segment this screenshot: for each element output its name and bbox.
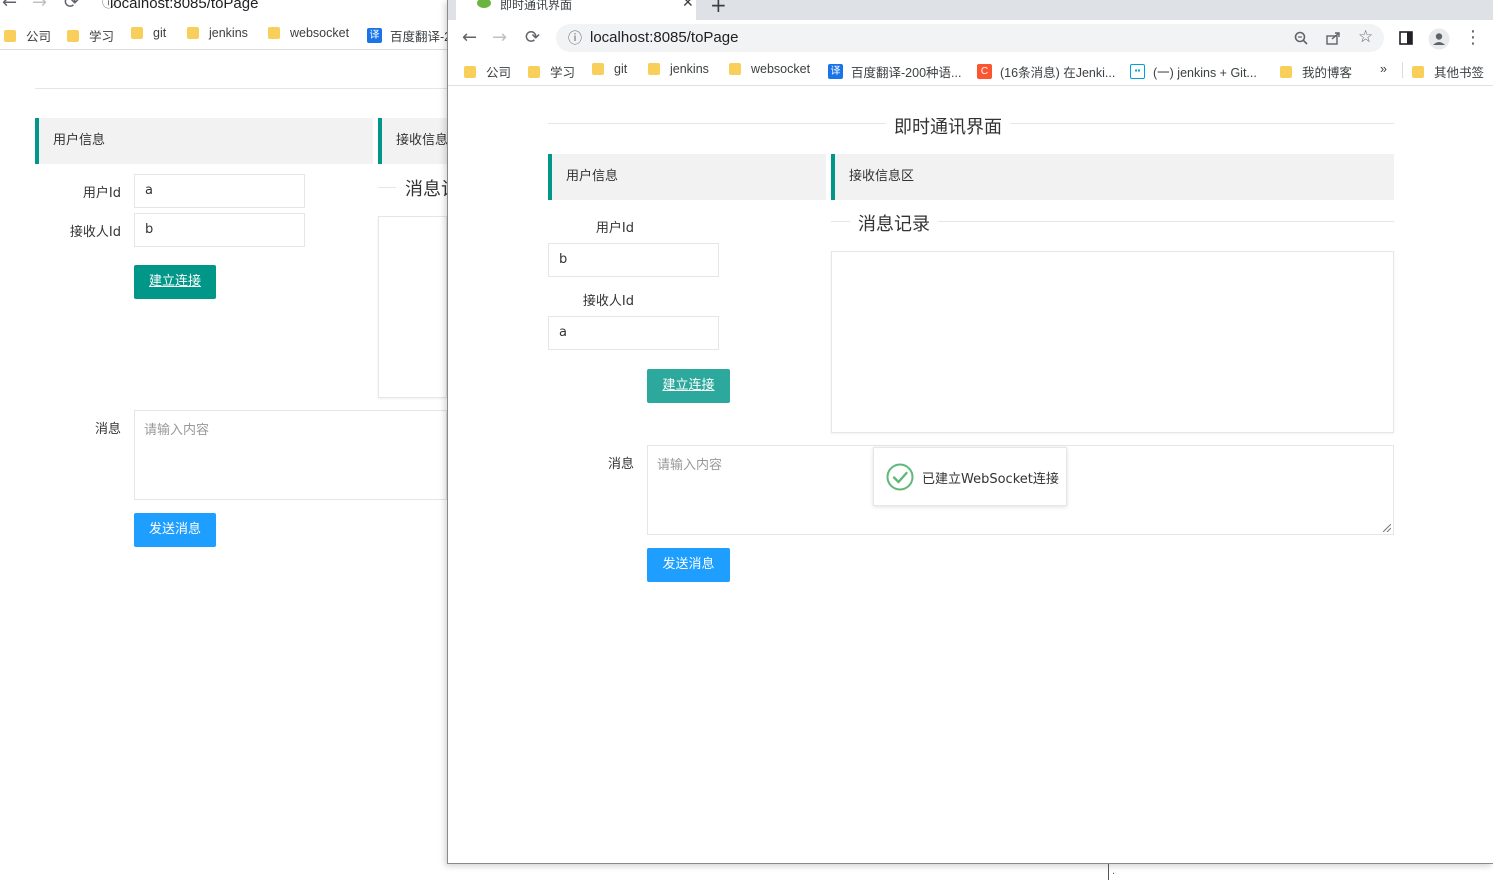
folder-icon bbox=[131, 27, 143, 39]
user-id-label: 用户Id bbox=[595, 221, 634, 236]
send-message-button[interactable]: 发送消息 bbox=[647, 548, 730, 582]
message-record-box bbox=[831, 251, 1394, 433]
legend-rule bbox=[378, 187, 396, 188]
side-panel-icon[interactable] bbox=[1399, 31, 1413, 45]
bookmark-company[interactable]: 公司 bbox=[4, 26, 51, 45]
folder-icon bbox=[592, 63, 604, 75]
back-url-text[interactable]: localhost:8085/toPage bbox=[110, 0, 258, 12]
desktop-edge-divider bbox=[1108, 864, 1109, 880]
bookmark-more-chevron-icon[interactable]: » bbox=[1380, 62, 1387, 76]
translate-icon: 译 bbox=[367, 28, 382, 43]
message-label: 消息 bbox=[607, 457, 634, 472]
message-label: 消息 bbox=[94, 422, 121, 437]
bilibili-tv-icon: ▪▪ bbox=[1130, 64, 1145, 79]
back-arrow-icon[interactable]: ← bbox=[462, 29, 477, 47]
connect-button[interactable]: 建立连接 bbox=[647, 369, 730, 403]
message-record-box bbox=[378, 216, 447, 398]
folder-icon bbox=[4, 29, 16, 42]
receiver-id-label: 接收人Id bbox=[582, 294, 634, 309]
spring-leaf-icon bbox=[477, 0, 491, 8]
folder-icon bbox=[67, 29, 79, 42]
address-bar[interactable]: ⓘ localhost:8085/toPage ☆ bbox=[556, 24, 1384, 52]
message-placeholder: 请输入内容 bbox=[657, 458, 723, 473]
folder-icon bbox=[528, 65, 540, 78]
new-tab-icon[interactable]: + bbox=[710, 0, 727, 17]
forward-arrow-icon[interactable]: → bbox=[492, 29, 507, 47]
share-icon[interactable] bbox=[1326, 31, 1341, 45]
folder-icon bbox=[187, 27, 199, 39]
url-text[interactable]: localhost:8085/toPage bbox=[590, 29, 738, 46]
connect-button[interactable]: 建立连接 bbox=[134, 265, 216, 299]
bookmark-jenkins[interactable]: jenkins bbox=[187, 26, 248, 40]
message-textarea[interactable]: 请输入内容 bbox=[134, 410, 447, 500]
csdn-icon: C bbox=[977, 64, 992, 79]
bookmark-git[interactable]: git bbox=[131, 26, 166, 40]
message-record-legend: 消息记录 bbox=[850, 210, 938, 236]
info-icon[interactable]: ⓘ bbox=[568, 30, 582, 48]
tab-title: 即时通讯界面 bbox=[500, 0, 573, 12]
bookmark-websocket[interactable]: websocket bbox=[729, 62, 810, 76]
user-id-input[interactable]: a bbox=[134, 174, 305, 208]
receiver-id-label: 接收人Id bbox=[69, 225, 121, 240]
front-browser-window: 即时通讯界面 ✕ + ← → ⟳ ⓘ localhost:8085/toPage… bbox=[447, 0, 1493, 864]
page-title: 即时通讯界面 bbox=[886, 113, 1010, 139]
front-nav-toolbar: ← → ⟳ ⓘ localhost:8085/toPage ☆ ⋮ bbox=[448, 20, 1493, 56]
desktop-dot: . bbox=[1112, 866, 1116, 877]
header-divider bbox=[35, 88, 447, 89]
back-arrow-icon[interactable]: ← bbox=[2, 0, 17, 12]
user-info-header: 用户信息 bbox=[35, 118, 373, 164]
folder-icon bbox=[648, 63, 660, 75]
bookmark-separator bbox=[1402, 62, 1403, 78]
folder-icon bbox=[464, 65, 476, 78]
reload-icon[interactable]: ⟳ bbox=[525, 29, 540, 47]
bookmark-baidu-translate[interactable]: 译百度翻译-200种语... bbox=[828, 62, 961, 81]
receiver-id-input[interactable]: b bbox=[134, 213, 305, 247]
bookmark-csdn[interactable]: C (16条消息) 在Jenki... bbox=[977, 62, 1115, 81]
bookmark-other[interactable]: 其他书签 bbox=[1412, 62, 1484, 81]
tab-active[interactable]: 即时通讯界面 ✕ bbox=[456, 0, 696, 20]
front-bookmark-bar: 公司 学习 git jenkins websocket 译百度翻译-200种语.… bbox=[448, 56, 1493, 86]
folder-icon bbox=[1412, 65, 1424, 78]
bookmark-my-blog[interactable]: 我的博客 bbox=[1280, 62, 1352, 81]
user-info-header: 用户信息 bbox=[548, 154, 826, 200]
folder-icon bbox=[729, 63, 741, 75]
success-check-icon bbox=[886, 463, 914, 491]
translate-icon: 译 bbox=[828, 64, 843, 79]
user-id-input[interactable]: b bbox=[548, 243, 719, 277]
zoom-icon[interactable] bbox=[1294, 31, 1308, 45]
bookmark-jenkins[interactable]: jenkins bbox=[648, 62, 709, 76]
bookmark-study[interactable]: 学习 bbox=[67, 26, 114, 45]
resize-grip-icon[interactable] bbox=[1383, 524, 1391, 532]
bookmark-bilibili[interactable]: ▪▪ (一) jenkins + Git... bbox=[1130, 62, 1257, 81]
profile-avatar-icon[interactable] bbox=[1428, 28, 1450, 50]
connection-toast: 已建立WebSocket连接 bbox=[873, 447, 1067, 506]
bookmark-study[interactable]: 学习 bbox=[528, 62, 575, 81]
bookmark-websocket[interactable]: websocket bbox=[268, 26, 349, 40]
tab-close-icon[interactable]: ✕ bbox=[682, 0, 694, 11]
folder-icon bbox=[1280, 65, 1292, 78]
forward-arrow-icon[interactable]: → bbox=[32, 0, 47, 12]
receive-info-header: 接收信息区 bbox=[831, 154, 1394, 200]
send-message-button[interactable]: 发送消息 bbox=[134, 513, 216, 547]
reload-icon[interactable]: ⟳ bbox=[64, 0, 79, 12]
receiver-id-input[interactable]: a bbox=[548, 316, 719, 350]
star-bookmark-icon[interactable]: ☆ bbox=[1358, 28, 1373, 46]
bookmark-git[interactable]: git bbox=[592, 62, 627, 76]
bookmark-company[interactable]: 公司 bbox=[464, 62, 511, 81]
receive-info-header: 接收信息 bbox=[378, 118, 447, 164]
menu-dots-icon[interactable]: ⋮ bbox=[1464, 29, 1482, 47]
user-id-label: 用户Id bbox=[82, 186, 121, 201]
bookmark-baidu-translate[interactable]: 译百度翻译-2 bbox=[367, 26, 451, 45]
folder-icon bbox=[268, 27, 280, 39]
tab-strip: 即时通讯界面 ✕ + bbox=[448, 0, 1493, 20]
toast-message: 已建立WebSocket连接 bbox=[922, 472, 1059, 487]
